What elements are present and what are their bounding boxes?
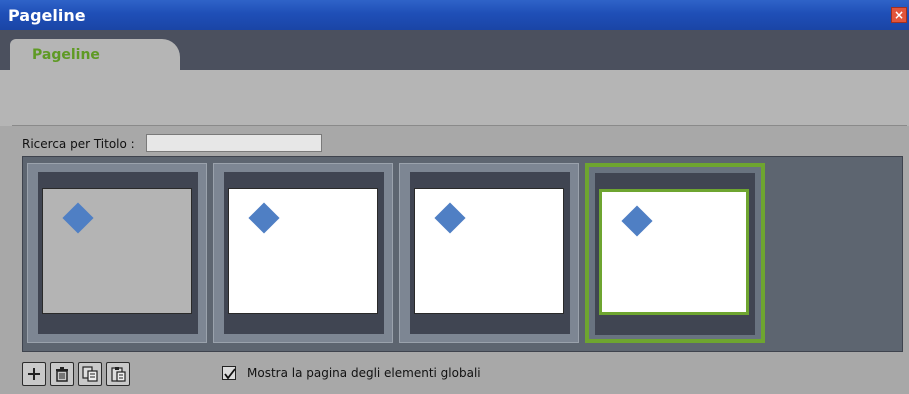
page-frame: [410, 172, 570, 334]
page-thumbnail-4-selected[interactable]: [585, 163, 765, 343]
diamond-icon: [434, 202, 466, 234]
show-global-elements-label: Mostra la pagina degli elementi globali: [247, 366, 481, 380]
page-thumbnail-1[interactable]: [27, 163, 207, 343]
tab-content-header: [0, 70, 909, 126]
page-thumbnail-2[interactable]: [213, 163, 393, 343]
checkmark-icon: [224, 368, 236, 380]
search-row: Ricerca per Titolo :: [0, 132, 909, 158]
tab-pageline[interactable]: Pageline: [10, 39, 180, 72]
pageline-window: Pageline × Pageline Ricerca per Titolo :: [0, 0, 909, 394]
close-icon[interactable]: ×: [891, 7, 907, 23]
page-canvas: [228, 188, 378, 314]
delete-page-button[interactable]: [50, 362, 74, 386]
tab-strip: Pageline: [0, 30, 909, 72]
diamond-icon: [62, 202, 94, 234]
page-canvas: [414, 188, 564, 314]
title-bar: Pageline ×: [0, 0, 909, 30]
show-global-elements-checkbox[interactable]: [222, 366, 236, 380]
trash-icon: [56, 367, 68, 382]
diamond-icon: [248, 202, 280, 234]
bottom-toolbar: Mostra la pagina degli elementi globali: [0, 358, 909, 388]
divider: [12, 125, 907, 126]
paste-icon: [111, 367, 126, 382]
page-frame: [595, 173, 755, 335]
page-canvas: [599, 189, 749, 315]
search-label: Ricerca per Titolo :: [22, 137, 135, 151]
duplicate-page-button[interactable]: [78, 362, 102, 386]
tab-label: Pageline: [32, 47, 100, 63]
add-page-button[interactable]: [22, 362, 46, 386]
search-input[interactable]: [146, 134, 322, 152]
plus-icon: [28, 368, 40, 380]
pages-panel: [22, 156, 903, 352]
paste-page-button[interactable]: [106, 362, 130, 386]
diamond-icon: [621, 205, 653, 237]
duplicate-icon: [82, 366, 98, 382]
page-canvas: [42, 188, 192, 314]
page-frame: [224, 172, 384, 334]
page-thumbnail-3[interactable]: [399, 163, 579, 343]
page-frame: [38, 172, 198, 334]
window-title: Pageline: [8, 6, 86, 25]
